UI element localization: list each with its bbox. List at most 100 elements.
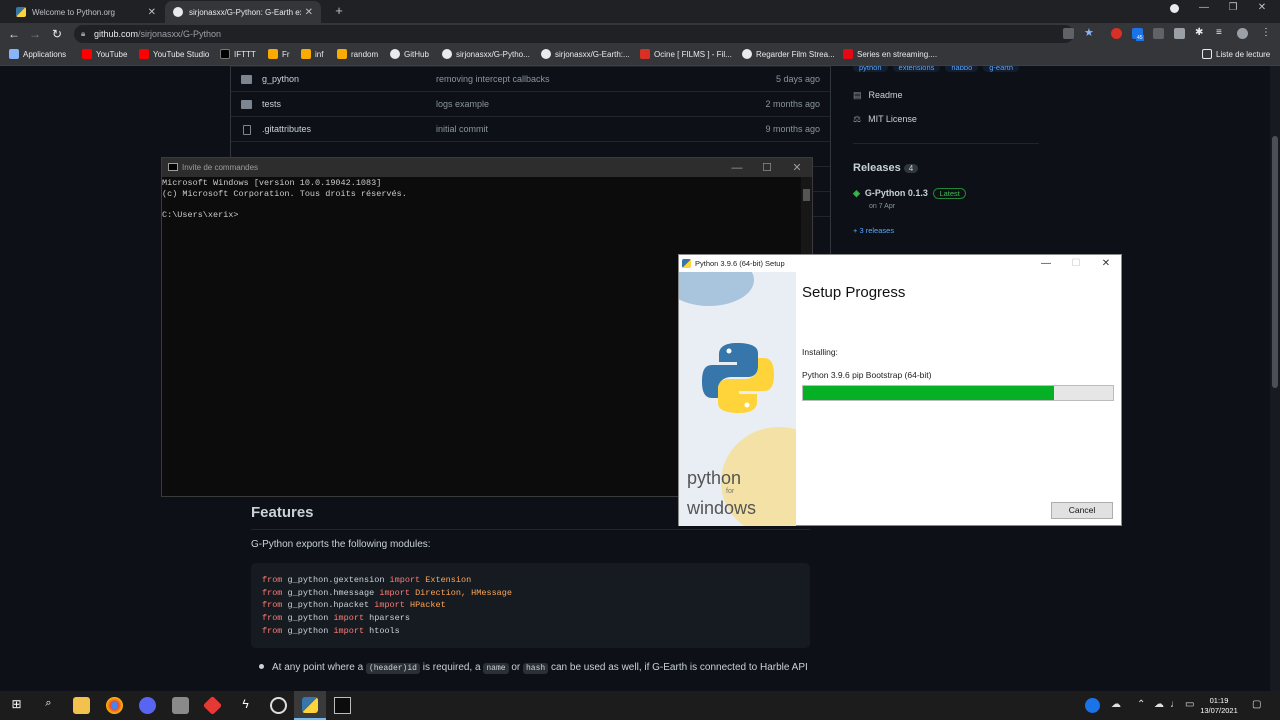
tab-python-org[interactable]: Welcome to Python.org ✕: [8, 1, 164, 23]
lightning-app-icon[interactable]: ϟ: [237, 697, 254, 714]
grid-extension-icon[interactable]: [1174, 28, 1185, 39]
profile-avatar-icon[interactable]: [1237, 28, 1248, 39]
bookmark-g-python[interactable]: sirjonasxx/G-Pytho...: [442, 49, 530, 59]
scrollbar-thumb[interactable]: [1272, 136, 1278, 388]
bookmark-star-icon[interactable]: ★: [1084, 26, 1095, 39]
puzzle-extensions-icon[interactable]: ✱: [1195, 27, 1206, 38]
file-row[interactable]: .gitattributes initial commit 9 months a…: [231, 116, 830, 141]
file-name[interactable]: .gitattributes: [262, 124, 311, 134]
license-link[interactable]: ⚖ MIT License: [853, 114, 917, 125]
bookmark-folder-inf[interactable]: inf: [301, 49, 323, 59]
release-item[interactable]: ◈ G-Python 0.1.3 Latest: [853, 188, 966, 199]
cmd-output[interactable]: Microsoft Windows [version 10.0.19042.10…: [162, 178, 802, 220]
bookmark-regarder-film[interactable]: Regarder Film Strea...: [742, 49, 835, 59]
releases-heading[interactable]: Releases 4: [853, 162, 919, 174]
file-name[interactable]: g_python: [262, 74, 299, 84]
topic-tag[interactable]: python: [853, 66, 888, 72]
file-name[interactable]: tests: [262, 99, 281, 109]
notifications-icon[interactable]: ▢: [1252, 699, 1261, 710]
commit-message[interactable]: removing intercept callbacks: [436, 74, 550, 84]
topic-tag[interactable]: extensions: [892, 66, 941, 72]
topic-tag[interactable]: habbo: [945, 66, 979, 72]
commit-message[interactable]: logs example: [436, 99, 489, 109]
screenshot-extension-icon[interactable]: [1153, 28, 1164, 39]
bullet-dot: [259, 664, 264, 669]
minimize-icon[interactable]: —: [1033, 255, 1059, 272]
topic-tag[interactable]: g-earth: [983, 66, 1020, 72]
profile-dot-icon[interactable]: [1163, 4, 1185, 16]
weather-cloud-icon[interactable]: ☁: [1111, 699, 1121, 710]
new-tab-button[interactable]: +: [331, 3, 347, 19]
file-row[interactable]: g_python removing intercept callbacks 5 …: [231, 66, 830, 91]
start-windows-icon[interactable]: ⊞: [8, 697, 25, 714]
help-tray-icon[interactable]: [1085, 698, 1100, 713]
minimize-icon[interactable]: —: [726, 159, 748, 178]
translate-icon[interactable]: [1063, 28, 1074, 39]
reload-icon[interactable]: ↻: [49, 26, 65, 42]
bookmark-folder-random[interactable]: random: [337, 49, 378, 59]
close-tab-icon[interactable]: ✕: [148, 7, 156, 18]
lock-icon: 🔒︎: [81, 29, 86, 38]
close-tab-icon[interactable]: ✕: [305, 7, 313, 18]
back-arrow-icon[interactable]: ←: [6, 26, 22, 42]
red-diamond-app-icon[interactable]: [202, 695, 223, 716]
setup-title-bar[interactable]: Python 3.9.6 (64-bit) Setup — ☐ ✕: [679, 255, 1121, 272]
adblock-extension-icon[interactable]: [1111, 28, 1122, 39]
python-setup-window[interactable]: Python 3.9.6 (64-bit) Setup — ☐ ✕ python…: [678, 254, 1122, 526]
forward-arrow-icon[interactable]: →: [27, 26, 43, 42]
minimize-icon[interactable]: —: [1193, 2, 1215, 13]
windows-taskbar: ⊞ ⌕ ϟ ☁ ⌃ ☁ ♩ ▭ ♪ 01:1913/07/2021 ▢: [0, 691, 1280, 720]
bookmarks-bar: Applications YouTube YouTube Studio IFTT…: [0, 45, 1280, 66]
microphone-icon[interactable]: ♩: [1170, 699, 1180, 710]
network-app-icon[interactable]: [172, 697, 189, 714]
banner-windows-text: windows: [687, 498, 757, 518]
taskbar-clock[interactable]: 01:19 13/07/2021: [1198, 696, 1240, 716]
media-queue-icon[interactable]: ≡: [1216, 27, 1227, 38]
bookmark-ifttt[interactable]: IFTTT: [220, 49, 256, 59]
file-row[interactable]: tests logs example 2 months ago: [231, 91, 830, 116]
ocine-icon: [640, 49, 650, 59]
python-setup-icon: [682, 259, 691, 268]
close-icon[interactable]: ✕: [1093, 255, 1119, 272]
address-bar[interactable]: 🔒︎ github.com/sirjonasxx/G-Python: [74, 25, 1074, 43]
obs-icon[interactable]: [270, 697, 287, 714]
latest-badge: Latest: [933, 188, 966, 199]
bookmark-youtube-studio[interactable]: YouTube Studio: [139, 49, 209, 59]
tab-g-python[interactable]: sirjonasxx/G-Python: G-Earth ext ✕: [165, 1, 321, 23]
tag-icon: ◈: [853, 188, 860, 198]
extension-icon[interactable]: 45: [1132, 28, 1144, 41]
restore-icon[interactable]: ❐: [1222, 2, 1244, 13]
cmd-title-bar[interactable]: Invite de commandes — ☐ ✕: [162, 158, 812, 177]
bookmark-youtube[interactable]: YouTube: [82, 49, 127, 59]
install-progress-bar: [802, 385, 1114, 401]
file-explorer-icon[interactable]: [73, 697, 90, 714]
menu-kebab-icon[interactable]: ⋮: [1261, 27, 1272, 38]
python-setup-taskbar-button[interactable]: [294, 691, 326, 720]
code-block[interactable]: from g_python.gextension import Extensio…: [251, 563, 810, 648]
discord-icon[interactable]: [139, 697, 156, 714]
readme-link[interactable]: ▤ Readme: [853, 90, 903, 101]
chrome-icon[interactable]: [106, 697, 123, 714]
bookmark-github[interactable]: GitHub: [390, 49, 429, 59]
cancel-button[interactable]: Cancel: [1051, 502, 1113, 519]
bookmark-series-streaming[interactable]: Series en streaming....: [843, 49, 937, 59]
close-icon[interactable]: ✕: [786, 159, 808, 178]
search-icon[interactable]: ⌕: [40, 697, 57, 714]
reading-list-button[interactable]: Liste de lecture: [1202, 49, 1270, 59]
tray-chevron-icon[interactable]: ⌃: [1137, 699, 1145, 710]
more-releases-link[interactable]: + 3 releases: [853, 226, 894, 235]
cloud-sync-icon[interactable]: ☁: [1154, 699, 1164, 710]
page-scrollbar[interactable]: [1270, 66, 1280, 691]
cmd-taskbar-icon[interactable]: [334, 697, 351, 714]
commit-message[interactable]: initial commit: [436, 124, 488, 134]
close-window-icon[interactable]: ✕: [1251, 2, 1273, 13]
scrollbar-thumb[interactable]: [803, 189, 810, 201]
book-icon: ▤: [853, 90, 862, 100]
maximize-icon[interactable]: ☐: [756, 159, 778, 178]
network-icon[interactable]: ▭: [1185, 699, 1194, 710]
bookmark-g-earth[interactable]: sirjonasxx/G-Earth:...: [541, 49, 630, 59]
bookmark-applications[interactable]: Applications: [9, 49, 66, 59]
bookmark-ocine[interactable]: Ocine [ FILMS ] - Fil...: [640, 49, 732, 59]
bookmark-folder-fr[interactable]: Fr: [268, 49, 290, 59]
cmd-line: Microsoft Windows [version 10.0.19042.10…: [162, 178, 382, 188]
